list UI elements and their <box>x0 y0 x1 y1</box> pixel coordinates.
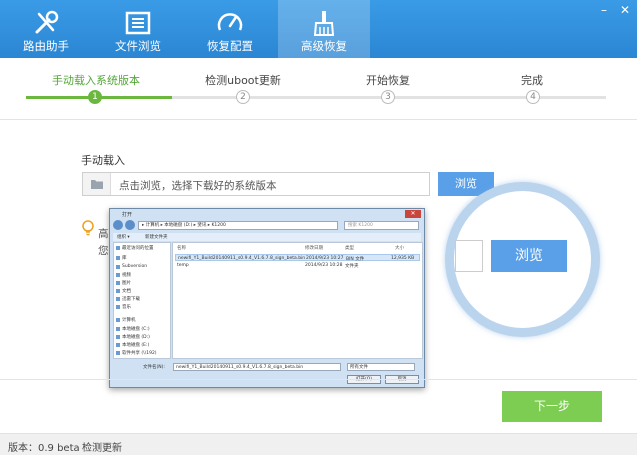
gauge-icon <box>217 13 243 31</box>
nav-label: 文件浏览 <box>115 39 161 53</box>
sidebar-item: 图片 <box>122 281 131 286</box>
dialog-sidebar: 最近访问的位置 库 Subversion 视频 图片 文档 迅雷下载 音乐 计算… <box>113 242 171 359</box>
list-icon <box>125 11 151 35</box>
broom-icon <box>313 11 335 36</box>
nav-label: 恢复配置 <box>207 39 253 53</box>
sidebar-item: 软件共享 (\\192) <box>122 351 157 356</box>
sidebar-item: 库 <box>122 256 127 261</box>
nav-item-file-browse[interactable]: 文件浏览 <box>92 0 184 58</box>
nav-label: 路由助手 <box>23 39 69 53</box>
sidebar-item: 最近访问的位置 <box>122 246 154 251</box>
sidebar-item: 本地磁盘 (E:) <box>122 343 150 348</box>
nav-label: 高级恢复 <box>301 39 347 53</box>
dialog-file-list: 名称 修改日期 类型 大小 newifi_Y1_Build20140911_s0… <box>172 242 423 359</box>
tip-text-line1: 高 <box>98 228 109 240</box>
minimize-button[interactable]: – <box>597 3 611 17</box>
open-file-dialog-screenshot: 打开 ✕ ▸ 计算机 ▸ 本地磁盘 (D:) ▸ 斐讯 ▸ K1200 搜索 K… <box>109 208 425 388</box>
status-bar: 版本：0.9 beta 检测更新 <box>0 433 637 455</box>
file-path-input[interactable]: 点击浏览，选择下载好的系统版本 <box>82 172 430 196</box>
back-icon <box>113 220 123 230</box>
file-path-placeholder: 点击浏览，选择下载好的系统版本 <box>119 180 277 192</box>
step-number-3: 3 <box>381 90 395 104</box>
top-nav-bar: 路由助手 文件浏览 恢复配置 高级恢复 – ✕ <box>0 0 637 58</box>
folder-icon <box>83 173 111 195</box>
step-number-1: 1 <box>88 90 102 104</box>
table-row: temp 2014/9/23 10:28 文件夹 <box>175 262 420 269</box>
section-title: 手动载入 <box>81 154 125 167</box>
step-number-2: 2 <box>236 90 250 104</box>
check-update-link[interactable]: 检测更新 <box>82 439 122 454</box>
lightbulb-icon <box>82 220 94 236</box>
dialog-title: 打开 <box>122 212 133 218</box>
close-button[interactable]: ✕ <box>618 3 632 17</box>
forward-icon <box>125 220 135 230</box>
dialog-toolbar: 组织 ▾ 新建文件夹 <box>113 233 421 241</box>
column-header: 名称 <box>177 246 186 251</box>
version-text: 版本：0.9 beta <box>8 443 80 454</box>
sidebar-item: Subversion <box>122 264 148 269</box>
file-type: 文件夹 <box>345 264 359 269</box>
dialog-close-icon: ✕ <box>405 210 421 218</box>
step-label-3: 开始恢复 <box>366 74 410 87</box>
file-name: newifi_Y1_Build20140911_s0.9.4_V1.6.7.8_… <box>178 256 306 261</box>
file-date: 2014/9/23 10:28 <box>305 263 343 268</box>
step-number-4: 4 <box>526 90 540 104</box>
file-name: temp <box>177 263 189 268</box>
nav-item-restore-config[interactable]: 恢复配置 <box>184 0 276 58</box>
dialog-search-box: 搜索 K1200 <box>344 221 419 230</box>
filename-label: 文件名(N): <box>143 365 165 370</box>
magnified-path-input <box>455 240 483 272</box>
step-label-1: 手动载入系统版本 <box>52 74 140 87</box>
next-step-button[interactable]: 下一步 <box>502 391 602 422</box>
tools-icon <box>35 10 59 34</box>
nav-item-router-helper[interactable]: 路由助手 <box>0 0 92 58</box>
file-size: 12,935 KB <box>391 256 415 261</box>
stepper: 手动载入系统版本 检测uboot更新 开始恢复 完成 1 2 3 4 <box>0 58 637 120</box>
organize-menu: 组织 ▾ <box>117 235 130 240</box>
bottom-divider <box>0 379 637 380</box>
dialog-address-bar: ▸ 计算机 ▸ 本地磁盘 (D:) ▸ 斐讯 ▸ K1200 <box>138 221 338 230</box>
sidebar-item: 计算机 <box>122 318 136 323</box>
sidebar-item: 文档 <box>122 289 131 294</box>
step-label-2: 检测uboot更新 <box>205 74 281 87</box>
sidebar-item: 迅雷下载 <box>122 297 140 302</box>
dialog-bottom-bar: 文件名(N): newifi_Y1_Build20140911_s0.9.4_V… <box>113 361 421 386</box>
sidebar-item: 本地磁盘 (D:) <box>122 335 150 340</box>
step-label-4: 完成 <box>521 74 543 87</box>
sidebar-item: 视频 <box>122 273 131 278</box>
new-folder-button: 新建文件夹 <box>145 235 168 240</box>
file-date: 2014/9/23 10:27 <box>306 256 344 261</box>
sidebar-item: 本地磁盘 (C:) <box>122 327 150 332</box>
nav-item-advanced-restore[interactable]: 高级恢复 <box>278 0 370 58</box>
table-row: newifi_Y1_Build20140911_s0.9.4_V1.6.7.8_… <box>175 254 420 262</box>
column-header: 类型 <box>345 246 354 251</box>
sidebar-item: 音乐 <box>122 305 131 310</box>
filename-field: newifi_Y1_Build20140911_s0.9.4_V1.6.7.8_… <box>173 363 341 371</box>
tip-text-line2: 您 <box>98 245 109 257</box>
filetype-select: 所有文件 <box>347 363 415 371</box>
magnified-browse-button: 浏览 <box>491 240 567 272</box>
column-header: 修改日期 <box>305 246 323 251</box>
column-header: 大小 <box>395 246 404 251</box>
